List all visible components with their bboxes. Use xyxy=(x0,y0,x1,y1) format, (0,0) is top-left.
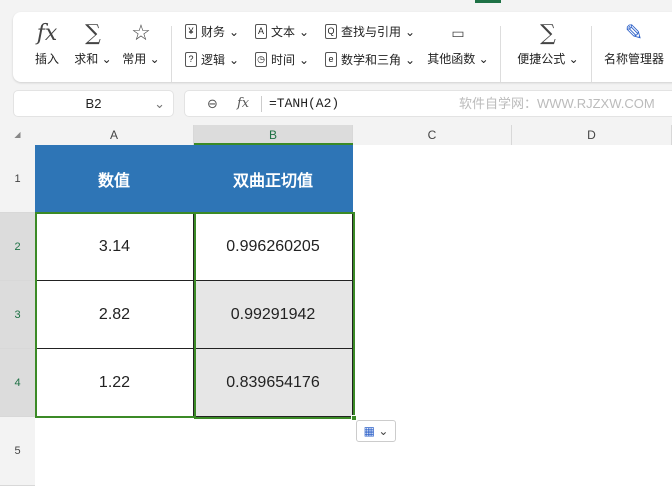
cell-a4[interactable]: 1.22 xyxy=(35,349,194,417)
lookup-button[interactable]: Q 查找与引用 ⌄ xyxy=(325,23,415,40)
fx-icon: fx xyxy=(36,21,58,46)
cell-b1[interactable]: 双曲正切值 xyxy=(194,145,353,213)
cell-a1[interactable]: 数值 xyxy=(35,145,194,213)
sheet-grid[interactable]: 数值 双曲正切值 3.14 0.996260205 2.82 0.9929194… xyxy=(35,145,672,486)
active-tab-indicator xyxy=(475,0,501,3)
time-button[interactable]: ◷ 时间 ⌄ xyxy=(255,51,309,68)
column-header-a[interactable]: A xyxy=(35,125,194,145)
finance-icon: ¥ xyxy=(185,24,197,39)
math-icon: e xyxy=(325,52,337,67)
clock-icon: ◷ xyxy=(255,52,267,67)
insert-function-button[interactable]: fx 插入 xyxy=(27,18,67,67)
logic-button[interactable]: ? 逻辑 ⌄ xyxy=(185,51,239,68)
name-manager-icon: ✎ xyxy=(624,21,644,46)
row-header-1[interactable]: 1 xyxy=(0,145,35,213)
common-button[interactable]: ☆ 常用 ⌄ xyxy=(119,18,163,67)
star-icon: ☆ xyxy=(131,21,151,46)
chevron-down-icon[interactable]: ⌄ xyxy=(154,91,165,116)
sigma-plus-icon: ∑ xyxy=(540,21,556,46)
watermark: 软件自学网：WWW.RJZXW.COM xyxy=(459,96,655,111)
cell-a2[interactable]: 3.14 xyxy=(35,213,194,281)
math-button[interactable]: e 数学和三角 ⌄ xyxy=(325,51,415,68)
text-icon: A xyxy=(255,24,267,39)
sigma-icon: ∑ xyxy=(85,21,101,46)
other-functions-button[interactable]: ▭ 其他函数 ⌄ xyxy=(425,18,491,67)
name-box[interactable]: B2 ⌄ xyxy=(13,90,174,117)
cell-a3[interactable]: 2.82 xyxy=(35,281,194,349)
paste-options-icon: ▦ xyxy=(363,424,375,438)
select-all-button[interactable]: ◢ xyxy=(0,125,35,145)
row-header-3[interactable]: 3 xyxy=(0,281,35,349)
lookup-icon: Q xyxy=(325,24,337,39)
quick-formula-button[interactable]: ∑ 便捷公式 ⌄ xyxy=(513,18,583,67)
paste-options-button[interactable]: ▦ ⌄ xyxy=(356,420,396,442)
row-header-2[interactable]: 2 xyxy=(0,213,35,281)
column-header-b[interactable]: B xyxy=(194,125,353,145)
text-button[interactable]: A 文本 ⌄ xyxy=(255,23,309,40)
logic-icon: ? xyxy=(185,52,197,67)
finance-button[interactable]: ¥ 财务 ⌄ xyxy=(185,23,239,40)
name-manager-button[interactable]: ✎ 名称管理器 xyxy=(599,18,669,67)
formula-input[interactable]: =TANH(A2) xyxy=(269,91,339,116)
fx-icon[interactable]: fx xyxy=(237,91,249,116)
autosum-button[interactable]: ∑ 求和 ⌄ xyxy=(71,18,115,67)
row-header-4[interactable]: 4 xyxy=(0,349,35,417)
formula-ribbon: fx 插入 ∑ 求和 ⌄ ☆ 常用 ⌄ ¥ 财务 ⌄ A 文本 ⌄ Q 查找与引用 ⌄ ? 逻… xyxy=(13,12,672,82)
cell-b2[interactable]: 0.996260205 xyxy=(194,213,353,281)
cell-b3[interactable]: 0.99291942 xyxy=(194,281,353,349)
zoom-icon[interactable]: ⊖ xyxy=(207,91,218,116)
row-header-5[interactable]: 5 xyxy=(0,417,35,486)
column-header-d[interactable]: D xyxy=(512,125,672,145)
more-icon: ▭ xyxy=(451,26,465,42)
column-header-c[interactable]: C xyxy=(353,125,512,145)
cell-b4[interactable]: 0.839654176 xyxy=(194,349,353,417)
formula-bar[interactable]: ⊖ fx =TANH(A2) 软件自学网：WWW.RJZXW.COM xyxy=(184,90,672,117)
